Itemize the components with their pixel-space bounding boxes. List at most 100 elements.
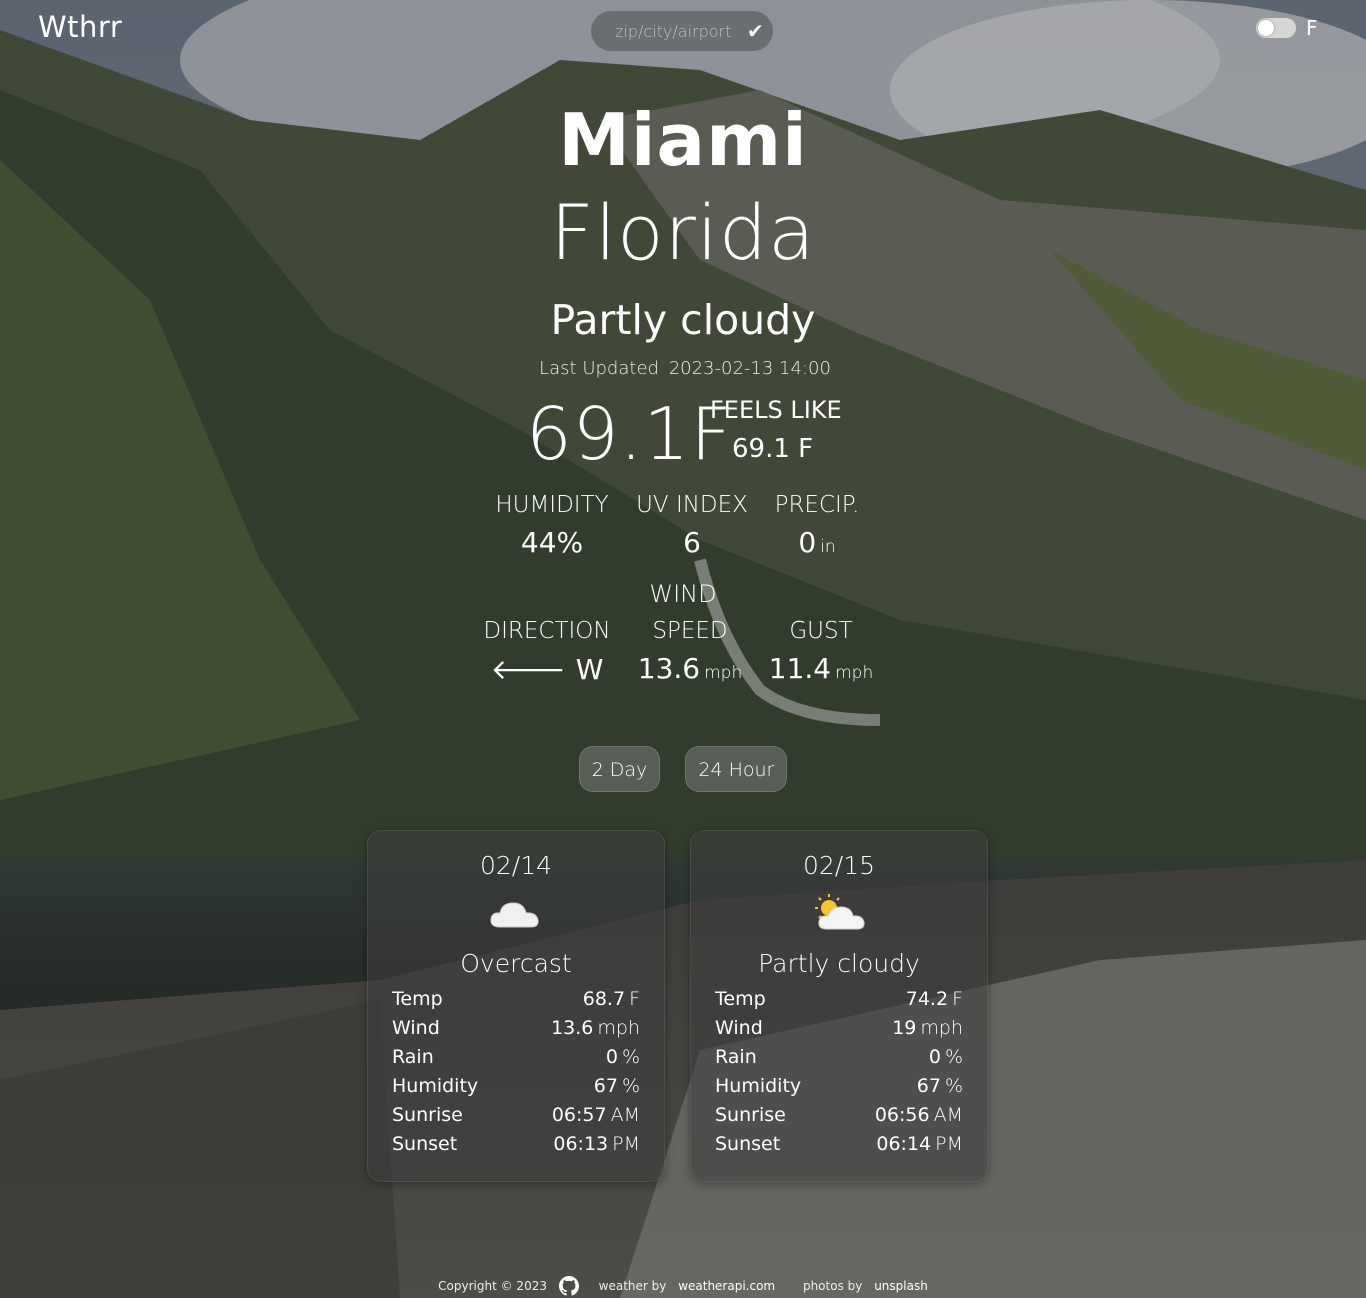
detail-unit: %	[944, 1046, 963, 1068]
detail-unit: PM	[935, 1133, 963, 1155]
github-icon[interactable]	[558, 1276, 579, 1296]
weather-credit: weather by weatherapi.com	[591, 1279, 775, 1293]
speed-label: SPEED	[652, 618, 728, 644]
forecast-date: 02/15	[802, 851, 876, 880]
detail-row-wind: Wind 19 mph	[715, 1014, 963, 1043]
detail-label: Rain	[392, 1046, 434, 1068]
toggle-knob	[1258, 20, 1274, 36]
detail-value-group: 68.7 F	[583, 985, 640, 1014]
last-updated: Last Updated 2023-02-13 14:00	[0, 358, 1366, 379]
feels-like-label: FEELS LIKE	[710, 396, 842, 424]
detail-value-group: 74.2 F	[906, 985, 963, 1014]
region-name: Florida	[550, 188, 816, 277]
forecast-condition: Partly cloudy	[758, 949, 920, 978]
detail-unit: AM	[933, 1104, 963, 1126]
speed-value-row: 13.6 mph	[630, 652, 750, 685]
detail-value: 0	[928, 1046, 941, 1068]
gust-value: 11.4	[768, 652, 832, 685]
detail-label: Humidity	[392, 1075, 479, 1097]
detail-row-temp: Temp 68.7 F	[392, 985, 640, 1014]
forecast-details: Temp 74.2 F Wind 19 mph Rain 0% Humidity 67% S…	[715, 985, 963, 1159]
photo-credit: photos by unsplash	[795, 1279, 928, 1293]
detail-unit: %	[944, 1075, 963, 1097]
city-name: Miami	[558, 98, 808, 182]
detail-row-sunrise: Sunrise 06:57 AM	[392, 1101, 640, 1130]
detail-row-rain: Rain 0%	[392, 1043, 640, 1072]
detail-value-group: 06:56 AM	[875, 1101, 963, 1130]
humidity-label: HUMIDITY	[495, 492, 609, 518]
speed-unit: mph	[704, 663, 743, 683]
detail-unit: F	[629, 988, 640, 1010]
search-input[interactable]	[613, 20, 737, 42]
direction-value: W	[575, 653, 604, 686]
forecast-tabs: 2 Day 24 Hour	[0, 746, 1366, 792]
detail-value-group: 19 mph	[892, 1014, 963, 1043]
precip-value-row: 0 in	[762, 526, 872, 559]
unit-toggle[interactable]	[1256, 18, 1296, 38]
submit-check-icon[interactable]: ✔	[747, 19, 764, 43]
wind-gust-stat: GUST 11.4 mph	[762, 618, 880, 685]
last-updated-time: 2023-02-13 14:00	[668, 358, 831, 379]
forecast-condition: Overcast	[460, 949, 572, 978]
gust-value-row: 11.4 mph	[762, 652, 880, 685]
detail-row-temp: Temp 74.2 F	[715, 985, 963, 1014]
photo-credit-prefix: photos by	[802, 1278, 863, 1293]
last-updated-label: Last Updated	[539, 358, 659, 379]
detail-row-sunset: Sunset 06:13 PM	[392, 1130, 640, 1159]
humidity-stat: HUMIDITY 44%	[492, 492, 612, 559]
detail-unit: %	[621, 1046, 640, 1068]
detail-label: Humidity	[715, 1075, 802, 1097]
detail-unit: mph	[597, 1017, 640, 1039]
speed-value: 13.6	[637, 652, 701, 685]
detail-row-wind: Wind 13.6 mph	[392, 1014, 640, 1043]
weather-credit-prefix: weather by	[598, 1278, 667, 1293]
detail-value: 06:13	[553, 1133, 609, 1155]
detail-unit: PM	[612, 1133, 640, 1155]
detail-value-group: 06:57 AM	[552, 1101, 640, 1130]
detail-label: Wind	[715, 1017, 763, 1039]
detail-value: 67	[916, 1075, 941, 1097]
wind-direction-stat: DIRECTION 🡐 W	[480, 618, 614, 686]
humidity-value: 44%	[520, 526, 584, 559]
search-bar: ✔	[590, 10, 774, 52]
uv-value: 6	[683, 526, 701, 559]
detail-label: Rain	[715, 1046, 757, 1068]
wind-title: WIND	[649, 580, 717, 608]
detail-row-sunrise: Sunrise 06:56 AM	[715, 1101, 963, 1130]
detail-label: Sunrise	[715, 1104, 786, 1126]
tab-24-hour[interactable]: 24 Hour	[685, 746, 788, 792]
detail-label: Sunset	[392, 1133, 458, 1155]
detail-value: 19	[892, 1017, 917, 1039]
feels-like-value: 69.1 F	[732, 434, 814, 464]
current-temp: 69.1F	[526, 392, 733, 476]
precip-value: 0	[798, 526, 817, 559]
unit-label: F	[1306, 16, 1318, 40]
weatherapi-link[interactable]: weatherapi.com	[678, 1279, 775, 1293]
detail-label: Sunrise	[392, 1104, 463, 1126]
gust-unit: mph	[835, 663, 874, 683]
forecast-card: 02/15 Partly cloudy Temp 74.2 F Wind 19 mph …	[690, 830, 988, 1182]
detail-unit: F	[952, 988, 963, 1010]
detail-label: Sunset	[715, 1133, 781, 1155]
detail-value-group: 13.6 mph	[551, 1014, 640, 1043]
detail-row-sunset: Sunset 06:14 PM	[715, 1130, 963, 1159]
brand-logo[interactable]: Wthrr	[38, 10, 122, 44]
partly-cloudy-icon	[815, 894, 865, 930]
copyright-text: Copyright © 2023	[438, 1278, 547, 1293]
detail-unit: %	[621, 1075, 640, 1097]
current-condition: Partly cloudy	[550, 296, 816, 344]
forecast-card: 02/14 Overcast Temp 68.7 F Wind 13.6 mph Rai…	[367, 830, 665, 1182]
detail-value-group: 06:13 PM	[553, 1130, 640, 1159]
precip-unit: in	[820, 537, 836, 557]
detail-label: Wind	[392, 1017, 440, 1039]
unsplash-link[interactable]: unsplash	[874, 1279, 928, 1293]
detail-value: 06:14	[876, 1133, 932, 1155]
detail-value: 74.2	[905, 988, 949, 1010]
gust-label: GUST	[789, 618, 853, 644]
uv-label: UV INDEX	[636, 492, 748, 518]
tab-2-day[interactable]: 2 Day	[578, 746, 661, 792]
detail-value: 67	[593, 1075, 618, 1097]
detail-label: Temp	[392, 988, 443, 1010]
wind-speed-stat: SPEED 13.6 mph	[630, 618, 750, 685]
detail-value-group: 0%	[606, 1043, 640, 1072]
